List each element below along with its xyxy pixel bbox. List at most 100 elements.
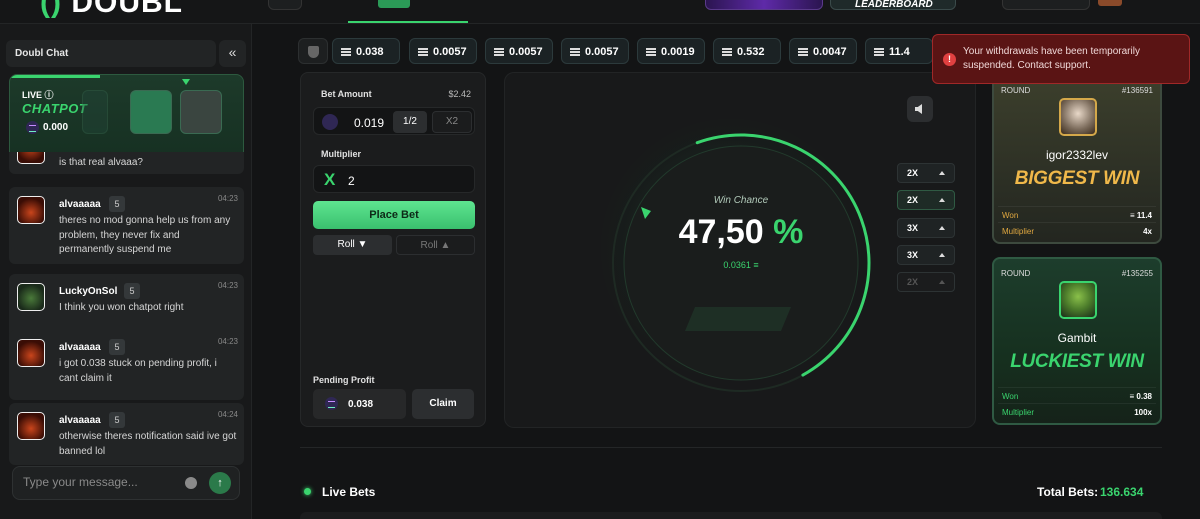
message-username[interactable]: LuckyOnSol <box>59 286 117 297</box>
place-bet-button[interactable]: Place Bet <box>313 201 475 229</box>
pending-profit-value: 0.038 <box>348 399 374 410</box>
triangle-up-icon <box>939 253 945 257</box>
multiplier-option[interactable]: 3X <box>897 218 955 238</box>
section-divider <box>300 447 1162 448</box>
history-chip[interactable]: 11.4 <box>865 38 933 64</box>
double-bet-button[interactable]: X2 <box>432 111 472 133</box>
avatar[interactable] <box>17 283 45 311</box>
live-indicator-icon <box>304 488 311 495</box>
leaderboard-button[interactable]: LEADERBOARD <box>830 0 956 10</box>
sol-icon <box>341 48 351 56</box>
bet-panel: Bet Amount $2.42 0.019 1/2 X2 Multiplier… <box>300 72 486 427</box>
live-bets-title: Live Bets <box>322 485 376 499</box>
message-time: 04:24 <box>217 410 238 419</box>
multiplier-x-icon: X <box>324 170 336 189</box>
shield-icon <box>308 46 319 58</box>
chatpot-avatar <box>130 90 172 134</box>
pending-profit-box: 0.038 <box>313 389 406 419</box>
wallet-button[interactable] <box>1002 0 1090 10</box>
roll-under-button[interactable]: Roll ▼ <box>313 235 392 255</box>
round-id: #135255 <box>1121 269 1153 278</box>
top-bar: () DOUBL LEADERBOARD <box>0 0 1200 24</box>
level-badge: 5 <box>109 196 125 212</box>
nav-tab-indicator <box>348 21 468 23</box>
avatar[interactable] <box>17 152 45 164</box>
message-time: 04:23 <box>217 281 238 290</box>
history-chip[interactable]: 0.0057 <box>561 38 629 64</box>
sol-icon <box>494 48 504 56</box>
error-icon: ! <box>943 53 956 66</box>
multiplier-row: Multiplier 100x <box>998 403 1156 419</box>
round-label: ROUND <box>1001 86 1031 95</box>
card-title: BIGGEST WIN <box>1014 168 1140 189</box>
user-avatar[interactable] <box>1098 0 1122 6</box>
chatpot-value: 0.000 <box>22 121 68 134</box>
winner-name: Gambit <box>1057 331 1097 345</box>
avatar[interactable] <box>17 412 45 440</box>
dice-game-area: Win Chance 47,50 % 0.0361 ≡ 2X 2X 3X 3X … <box>504 72 976 428</box>
chatpot-title: CHATPOT <box>22 101 88 116</box>
luckiest-win-card[interactable]: ROUND #135255 Gambit LUCKIEST WIN Won ≡ 0… <box>992 257 1162 425</box>
fairness-button[interactable] <box>298 38 328 64</box>
menu-button[interactable] <box>268 0 302 10</box>
avatar[interactable] <box>17 196 45 224</box>
sol-icon <box>646 48 656 56</box>
logo[interactable]: () DOUBL <box>40 0 183 20</box>
claim-button[interactable]: Claim <box>412 389 474 419</box>
history-chip[interactable]: 0.532 <box>713 38 781 64</box>
history-chip[interactable]: 0.038 <box>332 38 400 64</box>
balance-value: $2.42 <box>448 89 471 99</box>
pending-profit-label: Pending Profit <box>313 375 375 385</box>
emoji-icon[interactable] <box>185 477 197 489</box>
winner-avatar <box>1059 281 1097 319</box>
half-bet-button[interactable]: 1/2 <box>393 111 427 133</box>
sol-icon <box>722 48 732 56</box>
chatpot-avatar <box>180 90 222 134</box>
chatpot-banner[interactable]: LIVE ⓘ CHATPOT 0.000 <box>9 74 244 160</box>
triangle-up-icon <box>939 280 945 284</box>
roll-over-button[interactable]: Roll ▲ <box>396 235 475 255</box>
multiplier-value[interactable]: 2 <box>348 174 355 188</box>
multiplier-option[interactable]: 2X <box>897 272 955 292</box>
multiplier-option[interactable]: 3X <box>897 245 955 265</box>
biggest-win-card[interactable]: ROUND #136591 igor2332lev BIGGEST WIN Wo… <box>992 74 1162 244</box>
multiplier-option[interactable]: 2X <box>897 163 955 183</box>
collapse-chat-button[interactable]: « <box>219 40 246 67</box>
history-chip[interactable]: 0.0057 <box>485 38 553 64</box>
round-id: #136591 <box>1121 86 1153 95</box>
won-row: Won ≡ 0.38 <box>998 387 1156 403</box>
winner-name: igor2332lev <box>1045 148 1109 162</box>
sol-coin-icon <box>322 114 338 130</box>
toast-message: Your withdrawals have been temporarily s… <box>963 46 1140 71</box>
history-chip[interactable]: 0.0019 <box>637 38 705 64</box>
message-text: theres no mod gonna help us from any pro… <box>59 215 231 255</box>
multiplier-label: Multiplier <box>321 149 361 159</box>
history-chip[interactable]: 0.0047 <box>789 38 857 64</box>
chat-message-input[interactable] <box>23 475 173 489</box>
chat-message: alvaaaaa 5 04:24 otherwise theres notifi… <box>9 403 244 465</box>
message-text: is that real alvaaa? <box>59 157 143 168</box>
total-bets-value: 136.634 <box>1100 485 1144 499</box>
info-icon[interactable]: ⓘ <box>45 90 54 100</box>
avatar[interactable] <box>17 339 45 367</box>
bet-amount-value[interactable]: 0.019 <box>354 116 384 130</box>
message-username[interactable]: alvaaaaa <box>59 415 101 426</box>
message-username[interactable]: alvaaaaa <box>59 342 101 353</box>
promo-banner[interactable] <box>705 0 823 10</box>
history-chip[interactable]: 0.0057 <box>409 38 477 64</box>
chat-sidebar: Doubl Chat « LIVE ⓘ CHATPOT 0.000 is tha… <box>0 24 252 519</box>
message-time: 04:23 <box>217 337 238 346</box>
send-button[interactable]: ↑ <box>209 472 231 494</box>
multiplier-option[interactable]: 2X <box>897 190 955 210</box>
error-toast[interactable]: ! Your withdrawals have been temporarily… <box>932 34 1190 84</box>
nav-tab-active[interactable] <box>378 0 410 8</box>
multiplier-field[interactable]: X 2 <box>313 165 475 193</box>
level-badge: 5 <box>109 339 125 355</box>
chatpot-pointer-icon <box>182 79 190 85</box>
sound-toggle-button[interactable] <box>907 96 933 122</box>
sol-icon <box>798 48 808 56</box>
live-label: LIVE ⓘ <box>22 90 54 100</box>
bet-amount-field[interactable]: 0.019 1/2 X2 <box>313 107 475 135</box>
message-username[interactable]: alvaaaaa <box>59 199 101 210</box>
sol-icon <box>570 48 580 56</box>
